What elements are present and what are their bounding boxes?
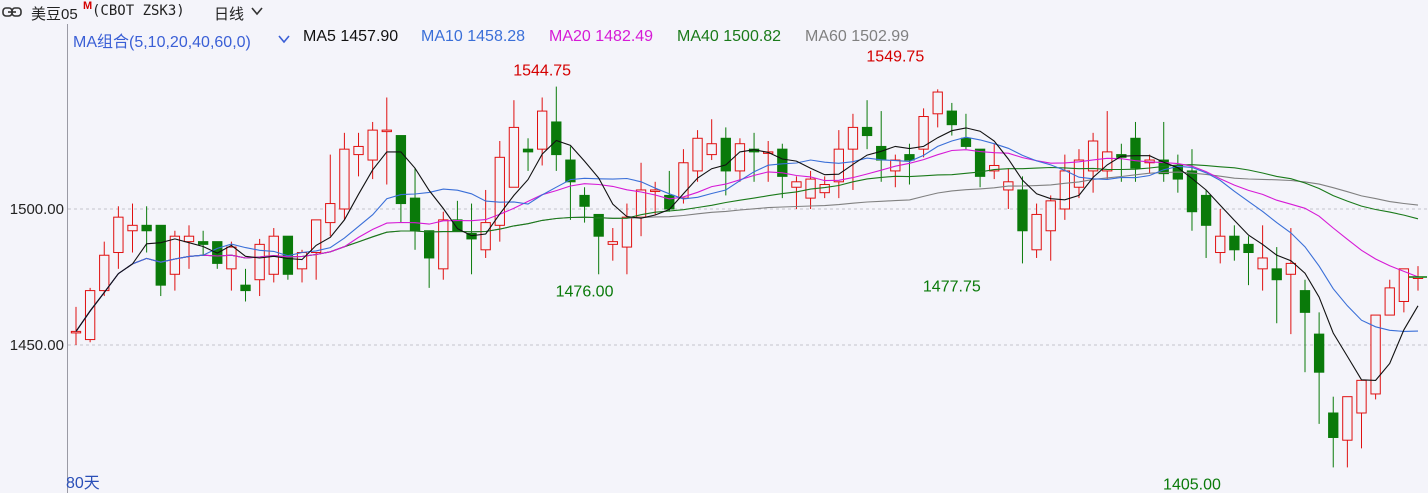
- candle-body: [381, 129, 392, 133]
- candle-body: [70, 330, 82, 334]
- candle-body: [169, 235, 181, 275]
- high-annotation: 1549.75: [866, 49, 924, 66]
- low-annotation: 1477.75: [923, 279, 981, 296]
- candle-body: [1031, 213, 1042, 251]
- candle-body: [1059, 170, 1071, 210]
- ma5-value: MA5 1457.90: [303, 28, 399, 45]
- candle-body: [183, 235, 195, 243]
- candle-body: [296, 252, 308, 270]
- price-chart[interactable]: 1500.00 1450.00 1544.75 1476.00 1549.75 1477.…: [0, 0, 1428, 493]
- candle-body: [1045, 200, 1056, 232]
- days-label: 80天: [66, 475, 100, 492]
- candle-body: [946, 110, 957, 126]
- candle-body: [960, 137, 972, 147]
- candle-body: [1017, 189, 1028, 232]
- candle-body: [1130, 137, 1141, 169]
- candle-body: [1313, 333, 1325, 373]
- candle-body: [1200, 194, 1212, 226]
- candle-body: [692, 137, 703, 172]
- high-annotation: 1544.75: [513, 62, 571, 79]
- low-annotation: 1405.00: [1163, 476, 1221, 493]
- candle-body: [635, 189, 647, 218]
- candle-body: [438, 219, 449, 270]
- candle-body: [607, 241, 618, 245]
- candle-body: [127, 224, 138, 232]
- candle-body: [565, 159, 576, 183]
- candle-body: [833, 148, 844, 183]
- candle-body: [678, 162, 689, 199]
- candle-body: [904, 154, 915, 161]
- candle-body: [706, 143, 717, 156]
- candle-body: [99, 254, 110, 292]
- candle-body: [621, 216, 633, 248]
- candle-body: [409, 197, 421, 232]
- candle-body: [1398, 268, 1410, 302]
- candle-body: [155, 224, 166, 286]
- candle-body: [1299, 290, 1311, 313]
- candle-body: [579, 194, 590, 207]
- candle-body: [1271, 268, 1282, 281]
- candle-body: [650, 189, 661, 192]
- candle-body: [1186, 170, 1198, 213]
- candle-body: [1257, 257, 1268, 270]
- candle-body: [141, 224, 152, 232]
- candle-body: [819, 184, 830, 194]
- ma60-value: MA60 1502.99: [805, 28, 910, 45]
- candle-body: [480, 222, 491, 251]
- candle-body: [1087, 140, 1099, 172]
- candle-body: [353, 145, 364, 156]
- candle-body: [423, 230, 435, 259]
- candle-body: [847, 126, 859, 150]
- candle-body: [197, 241, 209, 245]
- candle-body: [1285, 262, 1297, 275]
- candle-body: [395, 135, 407, 205]
- candle-body: [551, 121, 562, 156]
- ma-combo-selector[interactable]: MA组合(5,10,20,40,60,0): [73, 28, 251, 52]
- chevron-down-icon[interactable]: [277, 32, 291, 46]
- candle-body: [876, 145, 887, 161]
- candle-body: [226, 246, 237, 270]
- ma40-value: MA40 1500.82: [677, 28, 782, 45]
- candle-body: [537, 110, 548, 150]
- candle-body: [113, 216, 124, 254]
- y-tick-label: 1450.00: [10, 337, 64, 354]
- candle-body: [522, 148, 534, 153]
- candle-body: [339, 148, 350, 210]
- ma10-value: MA10 1458.28: [421, 28, 526, 45]
- candle-body: [240, 284, 251, 292]
- candle-body: [1328, 412, 1339, 438]
- y-tick-label: 1500.00: [10, 201, 64, 218]
- candle-body: [1243, 243, 1254, 254]
- candle-body: [508, 126, 520, 188]
- candle-body: [861, 126, 873, 137]
- candle-body: [932, 91, 943, 115]
- candle-body: [310, 219, 322, 254]
- candle-body: [325, 203, 336, 224]
- candle-body: [734, 143, 746, 172]
- ma20-value: MA20 1482.49: [549, 28, 654, 45]
- candle-body: [367, 129, 378, 161]
- candle-body: [1384, 287, 1395, 316]
- low-annotation: 1476.00: [556, 283, 614, 300]
- candle-body: [1215, 235, 1226, 254]
- candle-body: [1229, 235, 1240, 251]
- candle-body: [1073, 159, 1085, 188]
- candle-body: [1342, 396, 1353, 441]
- candle-body: [1356, 379, 1367, 414]
- candle-body: [791, 181, 802, 188]
